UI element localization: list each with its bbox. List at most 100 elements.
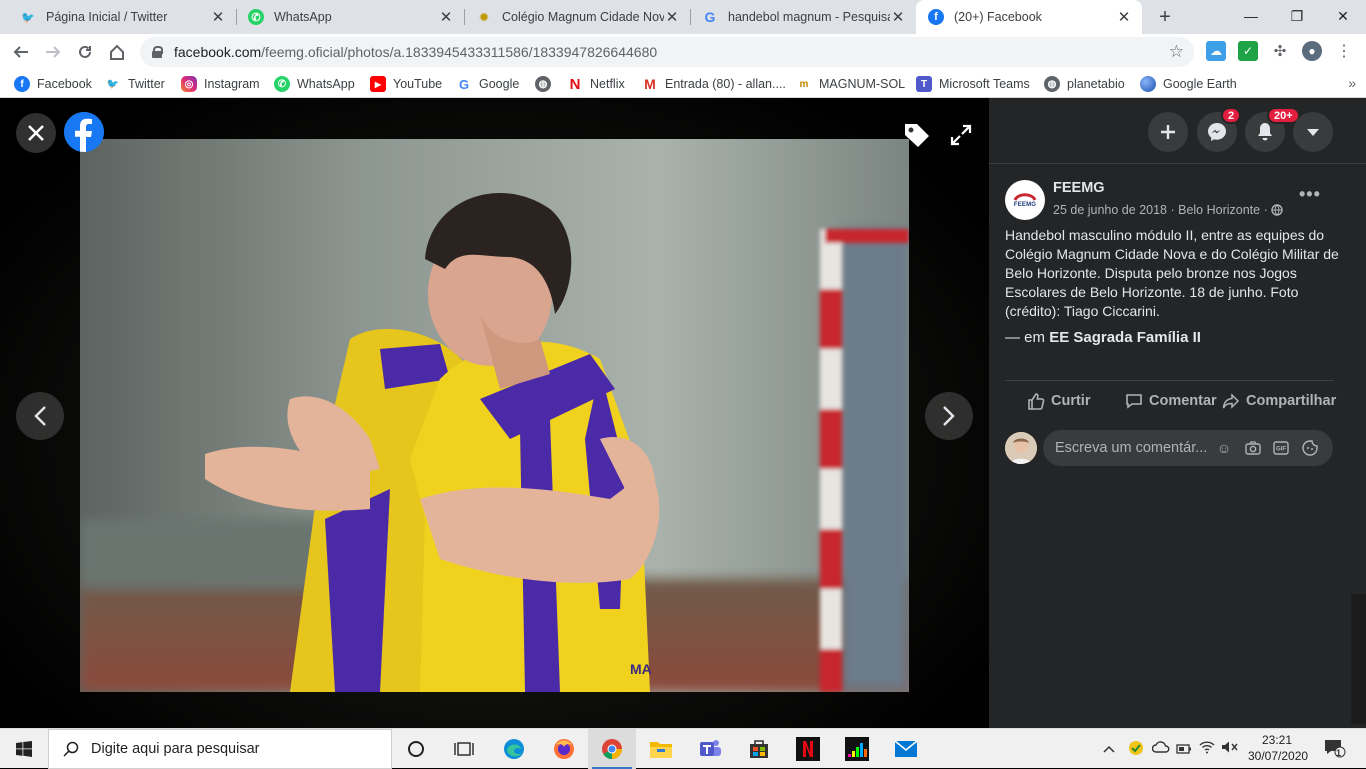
bookmark-planetabio[interactable]: ◍ planetabio xyxy=(1044,70,1125,98)
close-icon[interactable]: ✕ xyxy=(664,8,680,26)
more-bookmarks-icon[interactable]: » xyxy=(1348,75,1356,91)
globe-icon xyxy=(1271,204,1283,216)
restore-button[interactable]: ❐ xyxy=(1274,0,1320,32)
bookmark-magnum-sol[interactable]: m MAGNUM-SOL xyxy=(796,70,906,98)
previous-photo-button[interactable] xyxy=(16,392,64,440)
store-icon[interactable] xyxy=(735,729,783,769)
close-viewer-button[interactable] xyxy=(16,113,56,153)
deezer-icon[interactable] xyxy=(833,729,881,769)
bookmark-whatsapp[interactable]: ✆ WhatsApp xyxy=(274,70,355,98)
meta-separator: · xyxy=(1167,203,1179,217)
antivirus-icon[interactable] xyxy=(1128,740,1144,759)
minimize-button[interactable]: — xyxy=(1228,0,1274,32)
bookmark-instagram[interactable]: ◎ Instagram xyxy=(181,70,260,98)
emoji-icon[interactable]: ☺ xyxy=(1215,439,1233,457)
facebook-icon xyxy=(64,112,104,152)
bookmark-youtube[interactable]: ▶ YouTube xyxy=(370,70,442,98)
comment-input[interactable] xyxy=(1055,440,1215,456)
notification-count: 1 xyxy=(1336,748,1342,758)
new-tab-button[interactable]: + xyxy=(1152,4,1178,30)
profile-avatar[interactable]: ● xyxy=(1302,41,1322,61)
facebook-logo[interactable] xyxy=(64,112,104,152)
start-button[interactable] xyxy=(0,729,48,769)
tag-photo-button[interactable] xyxy=(900,118,934,152)
firefox-icon[interactable] xyxy=(540,729,588,769)
facebook-icon: f xyxy=(14,76,30,92)
tab-colegio-magnum[interactable]: ✹ Colégio Magnum Cidade Nova ✕ xyxy=(464,0,690,34)
author-avatar[interactable]: FEEMG xyxy=(1005,180,1045,220)
volume-muted-icon[interactable] xyxy=(1221,740,1239,757)
puzzle-icon[interactable]: ✣ xyxy=(1270,41,1290,61)
share-button[interactable]: Compartilhar xyxy=(1222,390,1336,412)
author-name[interactable]: FEEMG xyxy=(1053,180,1105,196)
browser-toolbar: facebook.com/feemg.oficial/photos/a.1833… xyxy=(0,34,1366,70)
task-view-icon[interactable] xyxy=(440,729,488,769)
sticker-icon[interactable] xyxy=(1301,439,1319,457)
close-icon[interactable]: ✕ xyxy=(210,8,226,26)
post-side-panel: 2 20+ FEEMG FEEMG 25 de junho de 2018 · … xyxy=(989,98,1366,728)
bookmark-label: MAGNUM-SOL xyxy=(819,77,906,91)
tray-overflow-icon[interactable] xyxy=(1103,741,1115,756)
camera-icon[interactable] xyxy=(1244,439,1262,457)
wifi-icon[interactable] xyxy=(1199,740,1215,757)
close-icon[interactable]: ✕ xyxy=(438,8,454,26)
back-button[interactable] xyxy=(8,39,34,65)
system-clock[interactable]: 23:21 30/07/2020 xyxy=(1248,732,1308,764)
tab-whatsapp[interactable]: ✆ WhatsApp ✕ xyxy=(236,0,464,34)
taskbar-search-input[interactable] xyxy=(91,741,371,757)
tab-twitter[interactable]: 🐦 Página Inicial / Twitter ✕ xyxy=(8,0,236,34)
forward-button[interactable] xyxy=(40,39,66,65)
mail-icon[interactable] xyxy=(882,729,930,769)
reload-button[interactable] xyxy=(72,39,98,65)
battery-icon[interactable] xyxy=(1176,742,1192,757)
comment-input-box[interactable]: ☺ GIF xyxy=(1043,430,1333,466)
address-bar[interactable]: facebook.com/feemg.oficial/photos/a.1833… xyxy=(140,37,1194,67)
bookmark-globe[interactable]: ◍ xyxy=(535,70,558,98)
home-button[interactable] xyxy=(104,39,130,65)
cortana-icon[interactable] xyxy=(392,729,440,769)
file-explorer-icon[interactable] xyxy=(637,729,685,769)
close-icon[interactable]: ✕ xyxy=(1116,8,1132,26)
menu-icon[interactable]: ⋮ xyxy=(1334,41,1354,61)
taskbar-search[interactable] xyxy=(48,729,392,769)
bookmark-netflix[interactable]: N Netflix xyxy=(567,70,625,98)
svg-text:GIF: GIF xyxy=(1276,447,1286,453)
tab-facebook[interactable]: f (20+) Facebook ✕ xyxy=(916,0,1142,34)
star-icon[interactable]: ☆ xyxy=(1169,42,1184,62)
like-label: Curtir xyxy=(1051,393,1091,409)
action-center-icon[interactable] xyxy=(1324,738,1346,761)
close-icon[interactable]: ✕ xyxy=(890,8,906,26)
cloud-extension-icon[interactable]: ☁ xyxy=(1206,41,1226,61)
post-place[interactable]: Belo Horizonte xyxy=(1178,203,1260,217)
like-button[interactable]: Curtir xyxy=(1027,390,1090,412)
post-options-icon[interactable]: ••• xyxy=(1299,184,1321,205)
next-photo-button[interactable] xyxy=(925,392,973,440)
teams-icon[interactable] xyxy=(686,729,734,769)
chrome-icon[interactable] xyxy=(588,729,636,769)
bookmark-google[interactable]: G Google xyxy=(456,70,519,98)
onedrive-icon[interactable] xyxy=(1151,740,1170,757)
window-close-button[interactable]: ✕ xyxy=(1320,0,1366,32)
edge-icon[interactable] xyxy=(490,729,538,769)
bookmark-facebook[interactable]: f Facebook xyxy=(14,70,92,98)
windows-taskbar: 23:21 30/07/2020 1 xyxy=(0,728,1366,769)
post-meta: 25 de junho de 2018 · Belo Horizonte · xyxy=(1053,203,1283,217)
gif-icon[interactable]: GIF xyxy=(1272,439,1290,457)
netflix-icon[interactable] xyxy=(784,729,832,769)
check-extension-icon[interactable]: ✓ xyxy=(1238,41,1258,61)
account-menu-button[interactable] xyxy=(1293,112,1333,152)
bookmark-twitter[interactable]: 🐦 Twitter xyxy=(105,70,165,98)
create-button[interactable] xyxy=(1148,112,1188,152)
tab-label: WhatsApp xyxy=(274,10,332,24)
bookmark-gmail[interactable]: M Entrada (80) - allan.... xyxy=(642,70,786,98)
close-icon xyxy=(28,125,44,141)
post-date[interactable]: 25 de junho de 2018 xyxy=(1053,203,1167,217)
panel-scrollbar[interactable] xyxy=(1351,594,1366,724)
comment-button[interactable]: Comentar xyxy=(1125,390,1217,412)
bookmark-teams[interactable]: T Microsoft Teams xyxy=(916,70,1030,98)
bookmark-google-earth[interactable]: Google Earth xyxy=(1140,70,1237,98)
current-user-avatar[interactable] xyxy=(1005,432,1037,464)
fullscreen-button[interactable] xyxy=(944,118,978,152)
location-link[interactable]: EE Sagrada Família II xyxy=(1049,329,1201,346)
tab-google-search[interactable]: G handebol magnum - Pesquisa G ✕ xyxy=(690,0,916,34)
